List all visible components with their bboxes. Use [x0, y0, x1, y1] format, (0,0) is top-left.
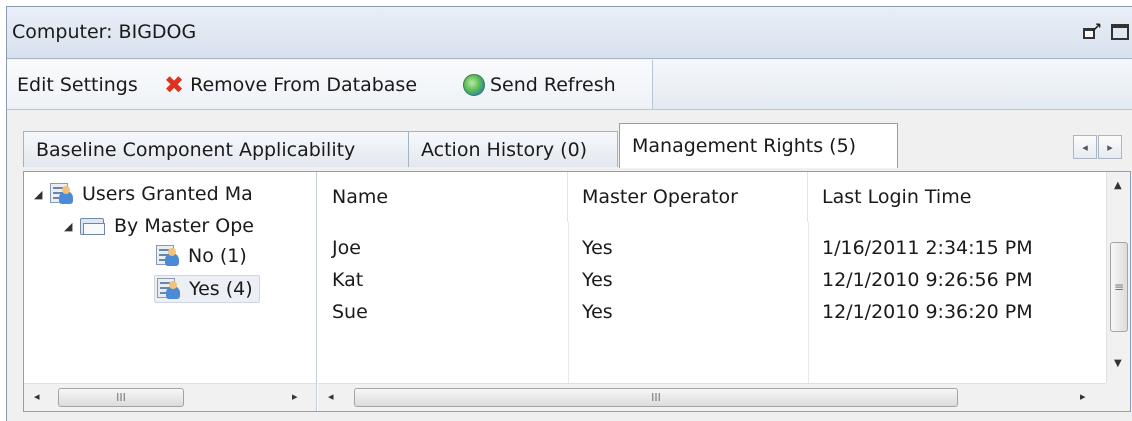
cell-master-operator: Yes — [582, 301, 613, 323]
scroll-down-icon[interactable]: ▼ — [1114, 358, 1122, 369]
popout-icon[interactable]: ↗ — [1083, 22, 1102, 40]
tab-baseline-component-applicability[interactable]: Baseline Component Applicability — [23, 131, 409, 167]
column-header-master-operator[interactable]: Master Operator — [568, 172, 808, 222]
cell-last-login: 12/1/2010 9:36:20 PM — [822, 301, 1033, 323]
maximize-icon[interactable] — [1111, 24, 1129, 40]
tab-strip: Baseline Component Applicability Action … — [7, 111, 1132, 171]
expanded-triangle-icon[interactable]: ◢ — [64, 220, 80, 233]
grid-vertical-scrollbar[interactable]: ▲ ≡ ▼ — [1106, 172, 1130, 383]
expanded-triangle-icon[interactable]: ◢ — [34, 188, 50, 201]
users-report-icon — [157, 278, 181, 300]
table-row[interactable]: Joe Yes 1/16/2011 2:34:15 PM — [318, 232, 1106, 264]
scroll-right-icon[interactable]: ▸ — [1080, 390, 1086, 403]
grid-horizontal-scrollbar[interactable]: ◂ III ▸ — [318, 383, 1106, 411]
users-report-icon — [50, 183, 74, 205]
tree-view: ◢ Users Granted Ma ◢ By Master Ope No (1… — [24, 172, 317, 411]
column-header-label: Master Operator — [582, 186, 738, 208]
cell-last-login: 1/16/2011 2:34:15 PM — [822, 237, 1033, 259]
remove-from-database-label: Remove From Database — [190, 74, 418, 96]
cell-name: Sue — [332, 301, 368, 323]
tree-node-label: By Master Ope — [114, 215, 254, 237]
tree-node-label: No (1) — [188, 245, 247, 267]
scrollbar-thumb[interactable]: ≡ — [1110, 242, 1128, 332]
edit-settings-label: Edit Settings — [17, 74, 138, 96]
tab-scroll-left-icon[interactable]: ◂ — [1073, 135, 1097, 159]
users-report-icon — [156, 245, 180, 267]
scroll-up-icon[interactable]: ▲ — [1114, 180, 1122, 191]
tree-node-no[interactable]: No (1) — [156, 242, 247, 270]
window-title: Computer: BIGDOG — [12, 21, 197, 43]
tree-node-label: Yes (4) — [189, 278, 253, 300]
tab-management-rights[interactable]: Management Rights (5) — [619, 123, 898, 168]
toolbar-group: Edit Settings ✖ Remove From Database Sen… — [7, 60, 653, 109]
scroll-right-icon[interactable]: ▸ — [292, 390, 298, 403]
column-header-last-login-time[interactable]: Last Login Time — [808, 172, 1106, 222]
column-header-name[interactable]: Name — [318, 172, 568, 222]
cell-name: Joe — [332, 237, 361, 259]
tree-node-by-master-operator[interactable]: ◢ By Master Ope — [64, 212, 254, 240]
cell-name: Kat — [332, 269, 364, 291]
tree-node-label: Users Granted Ma — [82, 183, 253, 205]
table-row[interactable]: Sue Yes 12/1/2010 9:36:20 PM — [318, 296, 1106, 328]
tree-node-yes[interactable]: Yes (4) — [154, 275, 260, 303]
cell-master-operator: Yes — [582, 269, 613, 291]
tab-action-history[interactable]: Action History (0) — [408, 131, 618, 167]
main-window: Computer: BIGDOG ↗ Edit Settings ✖ Remov… — [6, 6, 1132, 421]
tab-label: Action History (0) — [421, 138, 588, 161]
scrollbar-thumb[interactable]: III — [354, 388, 958, 407]
scrollbar-corner — [1106, 383, 1130, 411]
send-refresh-button[interactable]: Send Refresh — [463, 74, 616, 96]
toolbar: Edit Settings ✖ Remove From Database Sen… — [7, 60, 1132, 110]
tree-node-users-granted[interactable]: ◢ Users Granted Ma — [34, 180, 253, 208]
tree-horizontal-scrollbar[interactable]: ◂ III ▸ — [24, 383, 316, 411]
send-refresh-label: Send Refresh — [490, 74, 616, 96]
column-header-label: Last Login Time — [822, 186, 972, 208]
table-row[interactable]: Kat Yes 12/1/2010 9:26:56 PM — [318, 264, 1106, 296]
scroll-left-icon[interactable]: ◂ — [328, 390, 334, 403]
column-header-label: Name — [332, 186, 389, 208]
cell-last-login: 12/1/2010 9:26:56 PM — [822, 269, 1033, 291]
title-bar: Computer: BIGDOG ↗ — [7, 7, 1132, 59]
delete-x-icon: ✖ — [164, 71, 185, 99]
edit-settings-button[interactable]: Edit Settings — [17, 74, 138, 96]
rights-grid: Name Master Operator Last Login Time Joe… — [318, 172, 1106, 383]
cell-master-operator: Yes — [582, 237, 613, 259]
tab-label: Management Rights (5) — [632, 135, 857, 157]
scrollbar-thumb[interactable]: III — [58, 388, 184, 407]
tab-label: Baseline Component Applicability — [36, 138, 356, 161]
refresh-icon — [463, 74, 485, 96]
folder-icon — [80, 216, 106, 236]
management-rights-panel: ◢ Users Granted Ma ◢ By Master Ope No (1… — [23, 171, 1131, 412]
scroll-left-icon[interactable]: ◂ — [34, 390, 40, 403]
remove-from-database-button[interactable]: ✖ Remove From Database — [164, 71, 418, 99]
tab-scroll-right-icon[interactable]: ▸ — [1098, 135, 1122, 159]
